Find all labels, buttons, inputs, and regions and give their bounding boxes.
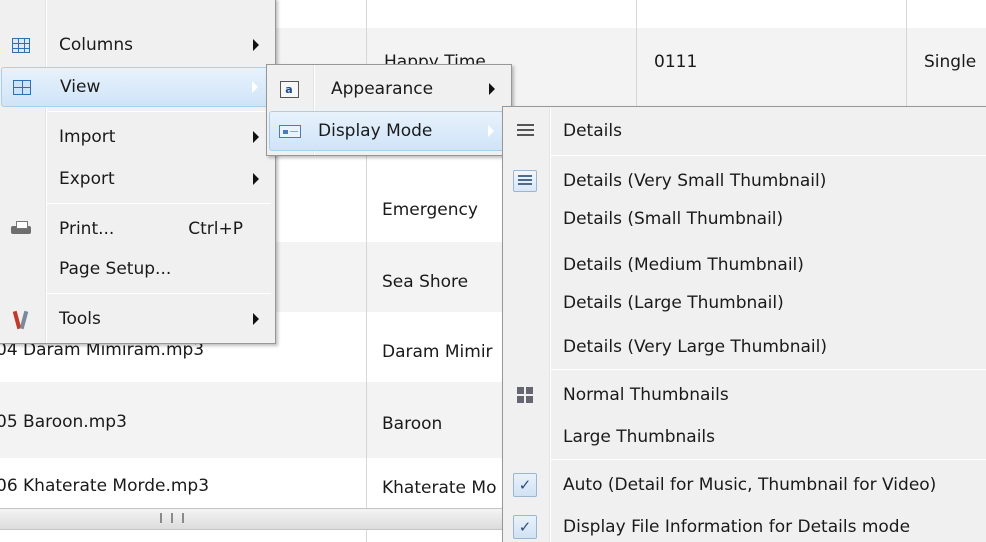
menu-separator	[47, 203, 271, 204]
menu-separator	[47, 111, 271, 112]
menu-item-label: Details (Small Thumbnail)	[563, 209, 784, 229]
menu-item-tools[interactable]: Tools	[1, 299, 273, 339]
title-cell: Emergency	[382, 200, 478, 220]
menu-item-columns[interactable]: Columns	[1, 25, 273, 65]
menu-item-print[interactable]: Print... Ctrl+P	[1, 209, 273, 249]
menu-item-details-very-small-thumbnail[interactable]: Details (Very Small Thumbnail)	[505, 161, 986, 201]
menu-item-details-very-large-thumbnail[interactable]: Details (Very Large Thumbnail)	[505, 327, 986, 367]
menu-item-label: Normal Thumbnails	[563, 385, 729, 405]
menu-item-label: Page Setup...	[59, 259, 172, 279]
menu-item-display-file-information[interactable]: ✓ Display File Information for Details m…	[505, 507, 986, 542]
printer-icon	[3, 209, 39, 249]
menu-item-label: Details	[563, 121, 622, 141]
menu-item-label: Auto (Detail for Music, Thumbnail for Vi…	[563, 475, 937, 495]
columns-icon	[3, 25, 39, 65]
menu-item-label: Details (Medium Thumbnail)	[563, 255, 804, 275]
menu-item-export[interactable]: Export	[1, 159, 273, 199]
checkmark-icon: ✓	[507, 465, 543, 505]
menu-item-label: Export	[59, 169, 115, 189]
file-name-cell: 05 Baroon.mp3	[0, 412, 127, 432]
menu-item-large-thumbnails[interactable]: Large Thumbnails	[505, 417, 986, 457]
menu-separator	[551, 155, 986, 156]
details-thumbnail-icon	[507, 161, 543, 201]
checkmark-icon: ✓	[507, 507, 543, 542]
title-cell: Sea Shore	[382, 272, 469, 292]
menu-item-label: Display Mode	[318, 121, 433, 141]
thumbnails-icon	[507, 375, 543, 415]
display-mode-submenu: Details Details (Very Small Thumbnail) D…	[502, 106, 986, 542]
menu-separator	[47, 293, 271, 294]
menu-item-label: View	[60, 77, 101, 97]
menu-item-details-small-thumbnail[interactable]: Details (Small Thumbnail)	[505, 199, 986, 239]
track-cell: 0111	[654, 52, 698, 72]
submenu-arrow-icon	[252, 81, 258, 93]
menu-item-import[interactable]: Import	[1, 117, 273, 157]
menu-shortcut: Ctrl+P	[188, 219, 243, 239]
display-mode-icon	[272, 112, 308, 150]
submenu-arrow-icon	[253, 173, 259, 185]
menu-separator	[551, 459, 986, 460]
menu-item-label: Details (Very Large Thumbnail)	[563, 337, 827, 357]
appearance-icon: a	[271, 69, 307, 109]
menu-item-label: Details (Large Thumbnail)	[563, 293, 784, 313]
submenu-arrow-icon	[253, 39, 259, 51]
submenu-arrow-icon	[253, 131, 259, 143]
menu-item-display-mode[interactable]: Display Mode	[269, 111, 509, 151]
menu-item-label: Tools	[59, 309, 101, 329]
menu-item-details-medium-thumbnail[interactable]: Details (Medium Thumbnail)	[505, 245, 986, 285]
title-cell: Daram Mimir	[382, 342, 493, 362]
menu-item-details-large-thumbnail[interactable]: Details (Large Thumbnail)	[505, 283, 986, 323]
menu-item-normal-thumbnails[interactable]: Normal Thumbnails	[505, 375, 986, 415]
menu-item-auto-mode[interactable]: ✓ Auto (Detail for Music, Thumbnail for …	[505, 465, 986, 505]
menu-item-label: Appearance	[331, 79, 434, 99]
menu-item-label: Import	[59, 127, 116, 147]
context-menu: Columns View Import Export Print... Ctrl…	[0, 0, 276, 344]
title-cell: Khaterate Mo	[382, 478, 497, 498]
menu-item-details[interactable]: Details	[505, 111, 986, 151]
horizontal-scrollbar[interactable]	[0, 508, 512, 530]
scrollbar-grip-icon[interactable]	[160, 513, 184, 525]
menu-item-view[interactable]: View	[1, 67, 273, 107]
menu-item-page-setup[interactable]: Page Setup...	[1, 249, 273, 289]
menu-item-label: Details (Very Small Thumbnail)	[563, 171, 827, 191]
menu-separator	[551, 369, 986, 370]
view-submenu: a Appearance Display Mode	[266, 64, 512, 156]
submenu-arrow-icon	[253, 313, 259, 325]
submenu-arrow-icon	[489, 83, 495, 95]
menu-item-label: Columns	[59, 35, 133, 55]
menu-item-label: Display File Information for Details mod…	[563, 517, 911, 537]
details-list-icon	[507, 111, 543, 151]
submenu-arrow-icon	[488, 125, 494, 137]
menu-item-appearance[interactable]: a Appearance	[269, 69, 509, 109]
tools-icon	[3, 299, 39, 339]
menu-item-label: Large Thumbnails	[563, 427, 716, 447]
menu-item-label: Print...	[59, 219, 115, 239]
file-name-cell: 06 Khaterate Morde.mp3	[0, 476, 210, 496]
view-icon	[4, 68, 40, 106]
title-cell: Baroon	[382, 414, 443, 434]
type-cell: Single	[924, 52, 977, 72]
